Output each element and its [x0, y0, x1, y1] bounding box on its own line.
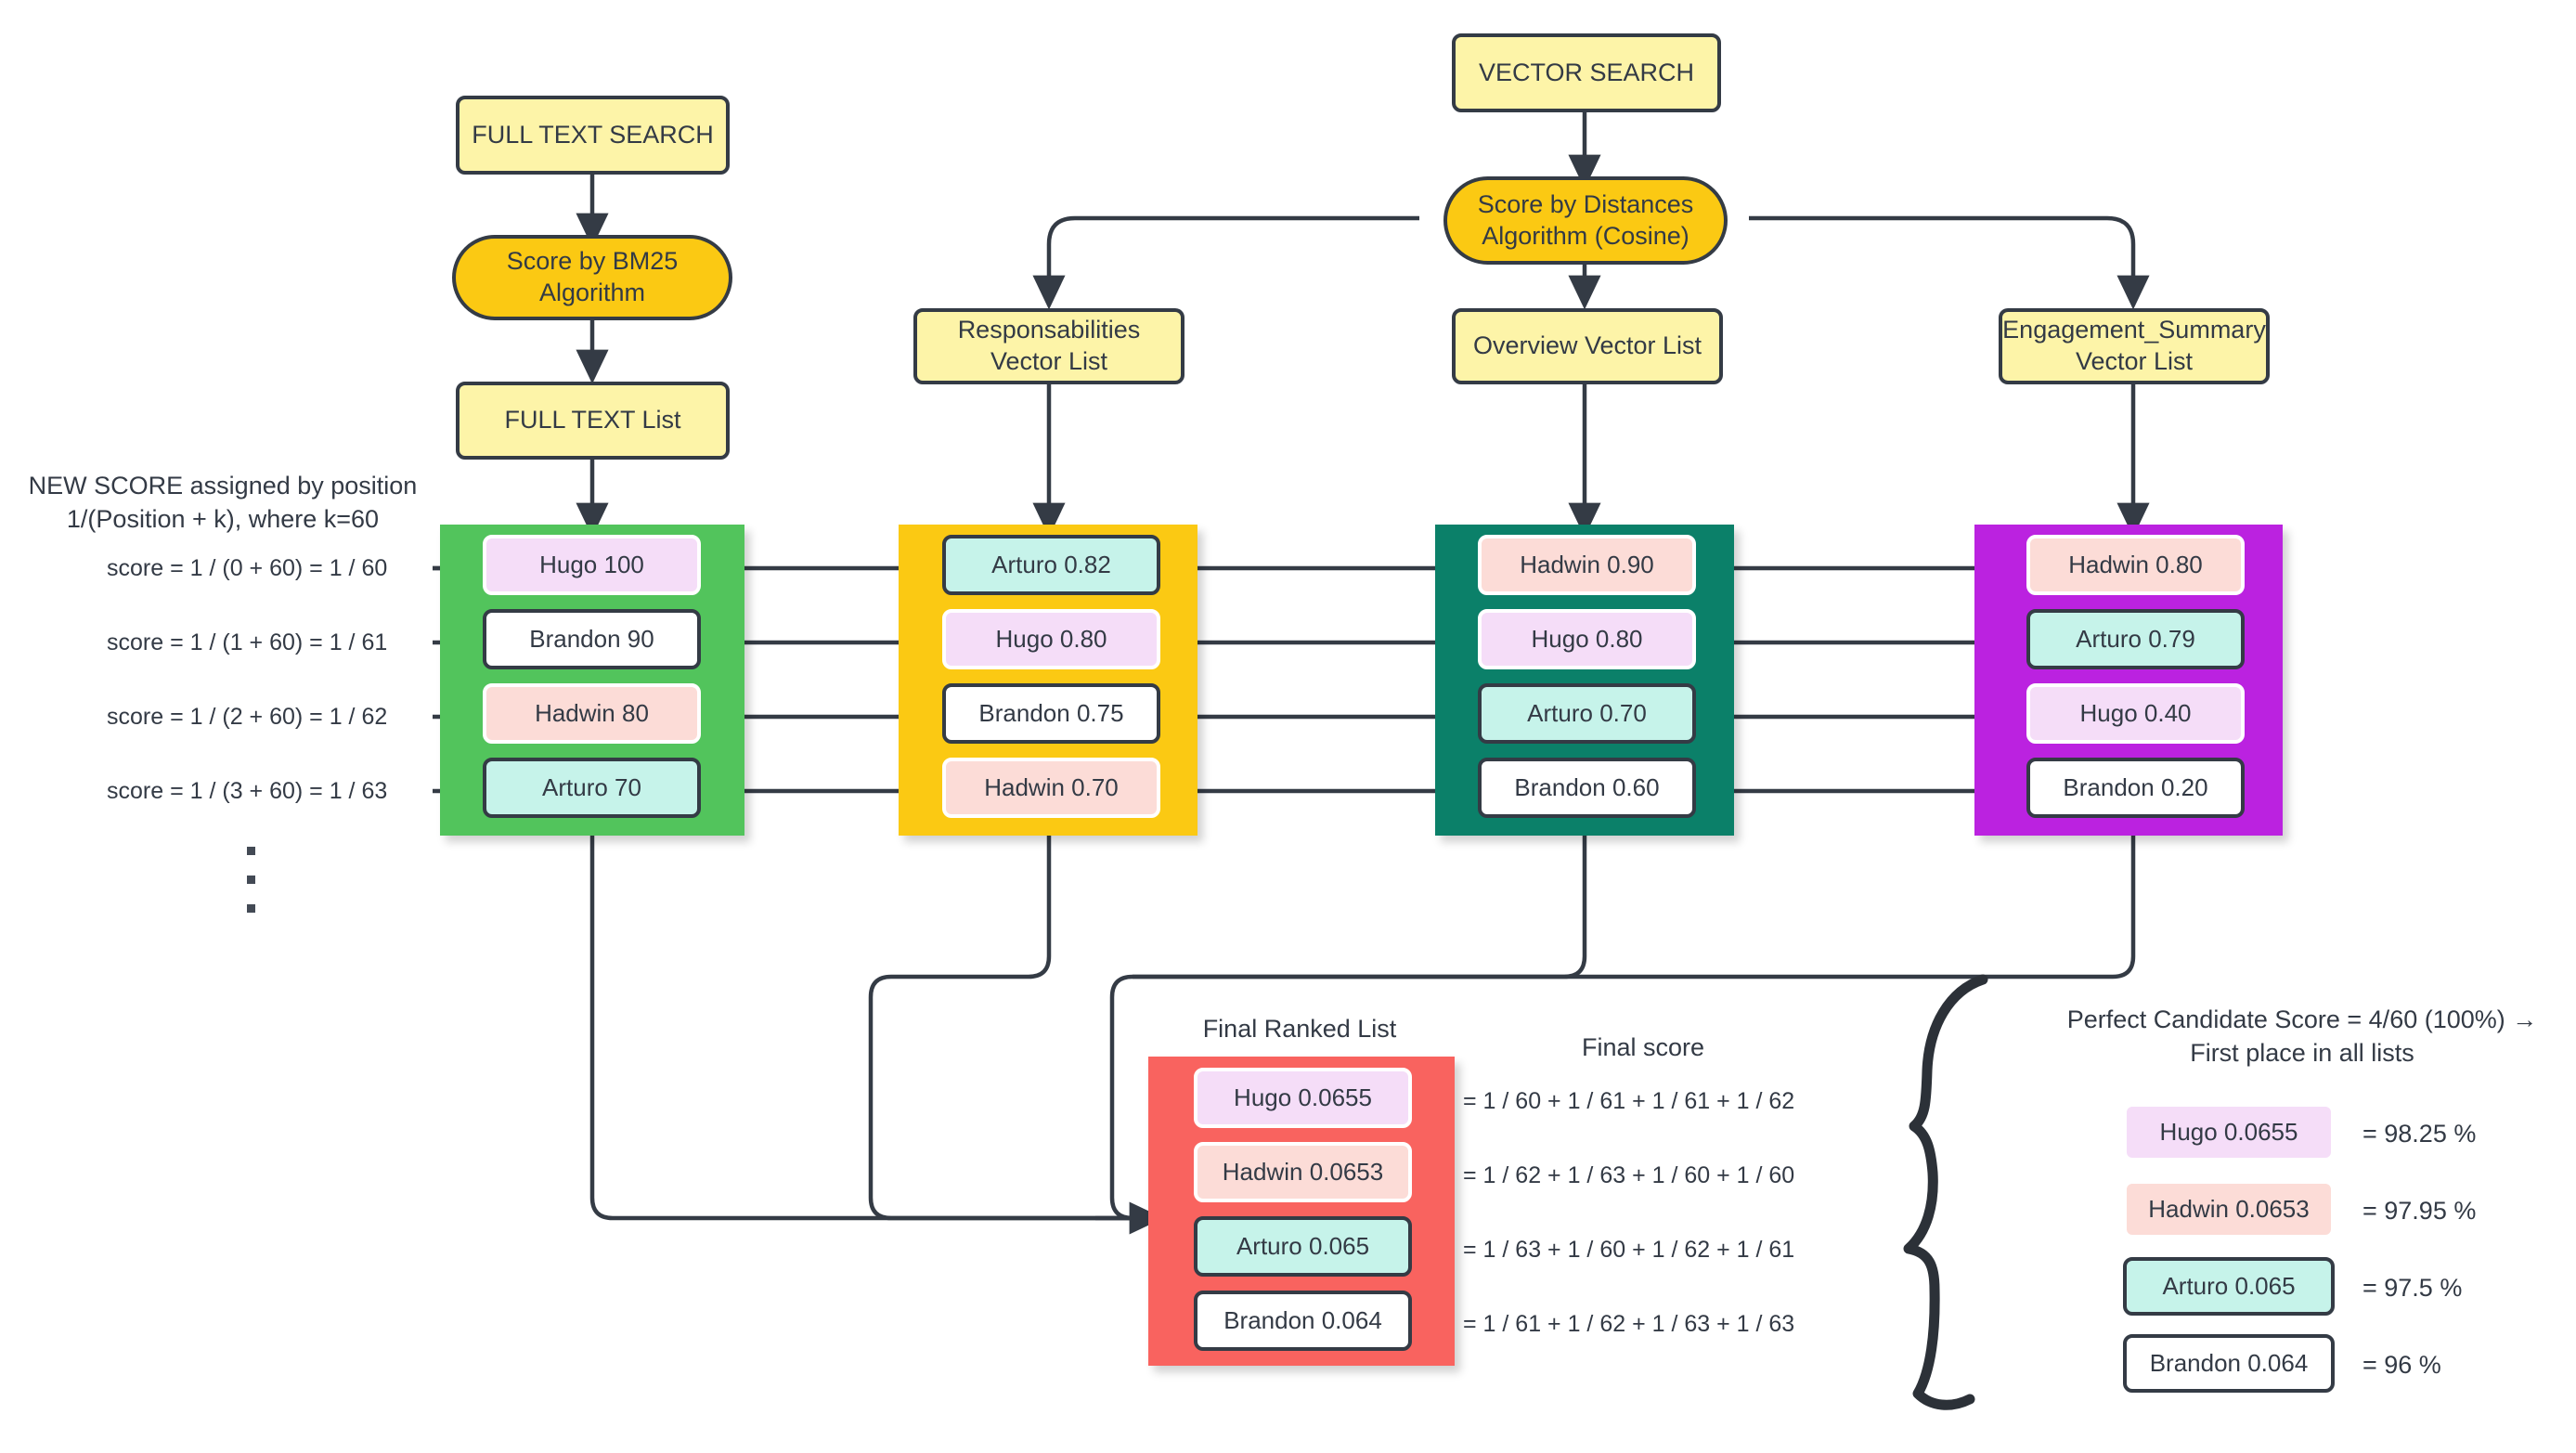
final-list-item[interactable]: Arturo 0.065 — [1194, 1216, 1412, 1277]
list-item[interactable]: Arturo 0.79 — [2026, 609, 2245, 669]
final-list-item-label: Brandon 0.064 — [1223, 1306, 1382, 1334]
list-item[interactable]: Hadwin 0.70 — [942, 758, 1160, 818]
node-responsabilities-line2: Vector List — [990, 347, 1108, 375]
node-overview-line1: Overview Vector List — [1472, 331, 1702, 360]
list-item-label: Brandon 0.60 — [1514, 773, 1660, 801]
final-list-item-label: Hadwin 0.0653 — [1222, 1158, 1384, 1186]
perfect-candidate-note: Perfect Candidate Score = 4/60 (100%) → … — [2033, 1003, 2571, 1070]
new-score-note-line2: 1/(Position + k), where k=60 — [66, 505, 380, 534]
list-item[interactable]: Brandon 90 — [483, 609, 701, 669]
list-item[interactable]: Hadwin 0.80 — [2026, 535, 2245, 595]
node-score-bm25[interactable]: Score by BM25 Algorithm — [452, 235, 732, 320]
node-full-text-list[interactable]: FULL TEXT List — [456, 382, 730, 460]
final-score-formula-0: = 1 / 60 + 1 / 61 + 1 / 61 + 1 / 62 — [1463, 1088, 1795, 1114]
rrf-score-1: score = 1 / (1 + 60) = 1 / 61 — [107, 629, 388, 655]
list-item[interactable]: Hugo 100 — [483, 535, 701, 595]
perfect-list-item-percent: = 98.25 % — [2362, 1120, 2477, 1148]
list-item-label: Brandon 90 — [529, 625, 654, 653]
node-score-cosine-line2: Algorithm (Cosine) — [1482, 221, 1689, 250]
final-score-formula-3: = 1 / 61 + 1 / 62 + 1 / 63 + 1 / 63 — [1463, 1311, 1795, 1337]
list-item[interactable]: Arturo 70 — [483, 758, 701, 818]
final-list-item[interactable]: Hugo 0.0655 — [1194, 1068, 1412, 1128]
perfect-list-item-label: Brandon 0.064 — [2149, 1349, 2309, 1377]
rrf-diagram: FULL TEXT SEARCH VECTOR SEARCH Score by … — [0, 0, 2576, 1453]
list-item-label: Hadwin 0.90 — [1520, 551, 1654, 578]
node-responsabilities-vector-list[interactable]: Responsabilities Vector List — [913, 308, 1184, 384]
node-score-bm25-line1: Score by BM25 — [506, 247, 679, 276]
list-item-label: Hadwin 0.80 — [2068, 551, 2203, 578]
node-full-text-search-label: FULL TEXT SEARCH — [472, 120, 714, 149]
list-item-label: Brandon 0.20 — [2063, 773, 2208, 801]
node-overview-vector-list[interactable]: Overview Vector List — [1452, 308, 1723, 384]
list-item-label: Hugo 100 — [539, 551, 644, 578]
node-score-bm25-line2: Algorithm — [538, 279, 646, 306]
list-item[interactable]: Hadwin 80 — [483, 683, 701, 744]
final-list-item-label: Hugo 0.0655 — [1234, 1083, 1372, 1111]
ellipsis-dot — [246, 847, 255, 855]
final-list-item[interactable]: Hadwin 0.0653 — [1194, 1142, 1412, 1202]
final-score-formula-1: = 1 / 62 + 1 / 63 + 1 / 60 + 1 / 60 — [1463, 1162, 1795, 1188]
rrf-score-3: score = 1 / (3 + 60) = 1 / 63 — [107, 778, 388, 804]
list-item[interactable]: Brandon 0.60 — [1478, 758, 1696, 818]
final-score-title: Final score — [1581, 1033, 1705, 1061]
list-item-label: Arturo 0.82 — [991, 551, 1111, 578]
curly-brace — [1903, 974, 1988, 1410]
list-item-label: Hugo 0.80 — [1531, 625, 1643, 653]
list-item-label: Arturo 0.70 — [1527, 699, 1647, 727]
list-item[interactable]: Hugo 0.40 — [2026, 683, 2245, 744]
perfect-candidate-line1: Perfect Candidate Score = 4/60 (100%) → — [2066, 1005, 2538, 1033]
rrf-score-2: score = 1 / (2 + 60) = 1 / 62 — [107, 704, 388, 730]
list-item[interactable]: Hugo 0.80 — [942, 609, 1160, 669]
node-engagement-line1: Engagement_Summary — [2002, 316, 2266, 344]
perfect-list-item[interactable]: Hadwin 0.0653 — [2123, 1180, 2335, 1239]
list-item-label: Arturo 0.79 — [2076, 625, 2195, 653]
list-item[interactable]: Brandon 0.75 — [942, 683, 1160, 744]
list-item-label: Arturo 70 — [542, 773, 641, 801]
perfect-list-item[interactable]: Arturo 0.065 — [2123, 1257, 2335, 1316]
perfect-list-item-label: Hugo 0.0655 — [2159, 1118, 2298, 1146]
node-full-text-search[interactable]: FULL TEXT SEARCH — [456, 96, 730, 175]
perfect-list-item[interactable]: Hugo 0.0655 — [2123, 1103, 2335, 1161]
node-vector-search[interactable]: VECTOR SEARCH — [1452, 33, 1721, 112]
node-engagement-line2: Vector List — [2075, 347, 2194, 375]
final-list-item-label: Arturo 0.065 — [1236, 1232, 1370, 1260]
perfect-list-item-percent: = 97.95 % — [2362, 1197, 2477, 1225]
final-ranked-list-title: Final Ranked List — [1202, 1015, 1397, 1043]
list-item[interactable]: Hadwin 0.90 — [1478, 535, 1696, 595]
node-vector-search-label: VECTOR SEARCH — [1478, 58, 1695, 86]
list-item-label: Hugo 0.40 — [2079, 699, 2192, 727]
list-item-label: Hugo 0.80 — [995, 625, 1107, 653]
list-item-label: Hadwin 0.70 — [984, 773, 1119, 801]
node-score-cosine[interactable]: Score by Distances Algorithm (Cosine) — [1443, 176, 1728, 265]
new-score-note-line1: NEW SCORE assigned by position — [28, 472, 418, 499]
rrf-score-0: score = 1 / (0 + 60) = 1 / 60 — [107, 555, 388, 581]
final-list-item[interactable]: Brandon 0.064 — [1194, 1291, 1412, 1351]
perfect-list-item-label: Hadwin 0.0653 — [2148, 1195, 2310, 1223]
perfect-list-item-percent: = 97.5 % — [2362, 1274, 2463, 1302]
ellipsis-dot — [246, 904, 255, 913]
list-item-label: Brandon 0.75 — [978, 699, 1124, 727]
ellipsis-more-rows — [209, 826, 292, 913]
perfect-list-item-percent: = 96 % — [2362, 1351, 2441, 1379]
list-item[interactable]: Arturo 0.70 — [1478, 683, 1696, 744]
final-score-formula-2: = 1 / 63 + 1 / 60 + 1 / 62 + 1 / 61 — [1463, 1237, 1795, 1263]
list-item[interactable]: Brandon 0.20 — [2026, 758, 2245, 818]
perfect-candidate-line2: First place in all lists — [2190, 1039, 2414, 1068]
node-full-text-list-label: FULL TEXT List — [504, 406, 681, 435]
ellipsis-dot — [246, 876, 255, 884]
list-item[interactable]: Arturo 0.82 — [942, 535, 1160, 595]
list-item[interactable]: Hugo 0.80 — [1478, 609, 1696, 669]
perfect-list-item[interactable]: Brandon 0.064 — [2123, 1334, 2335, 1393]
node-score-cosine-line1: Score by Distances — [1477, 189, 1694, 218]
node-engagement-summary-vector-list[interactable]: Engagement_Summary Vector List — [1999, 308, 2270, 384]
node-responsabilities-line1: Responsabilities — [957, 316, 1141, 344]
new-score-note: NEW SCORE assigned by position 1/(Positi… — [28, 469, 418, 537]
list-item-label: Hadwin 80 — [535, 699, 649, 727]
perfect-list-item-label: Arturo 0.065 — [2162, 1272, 2296, 1300]
